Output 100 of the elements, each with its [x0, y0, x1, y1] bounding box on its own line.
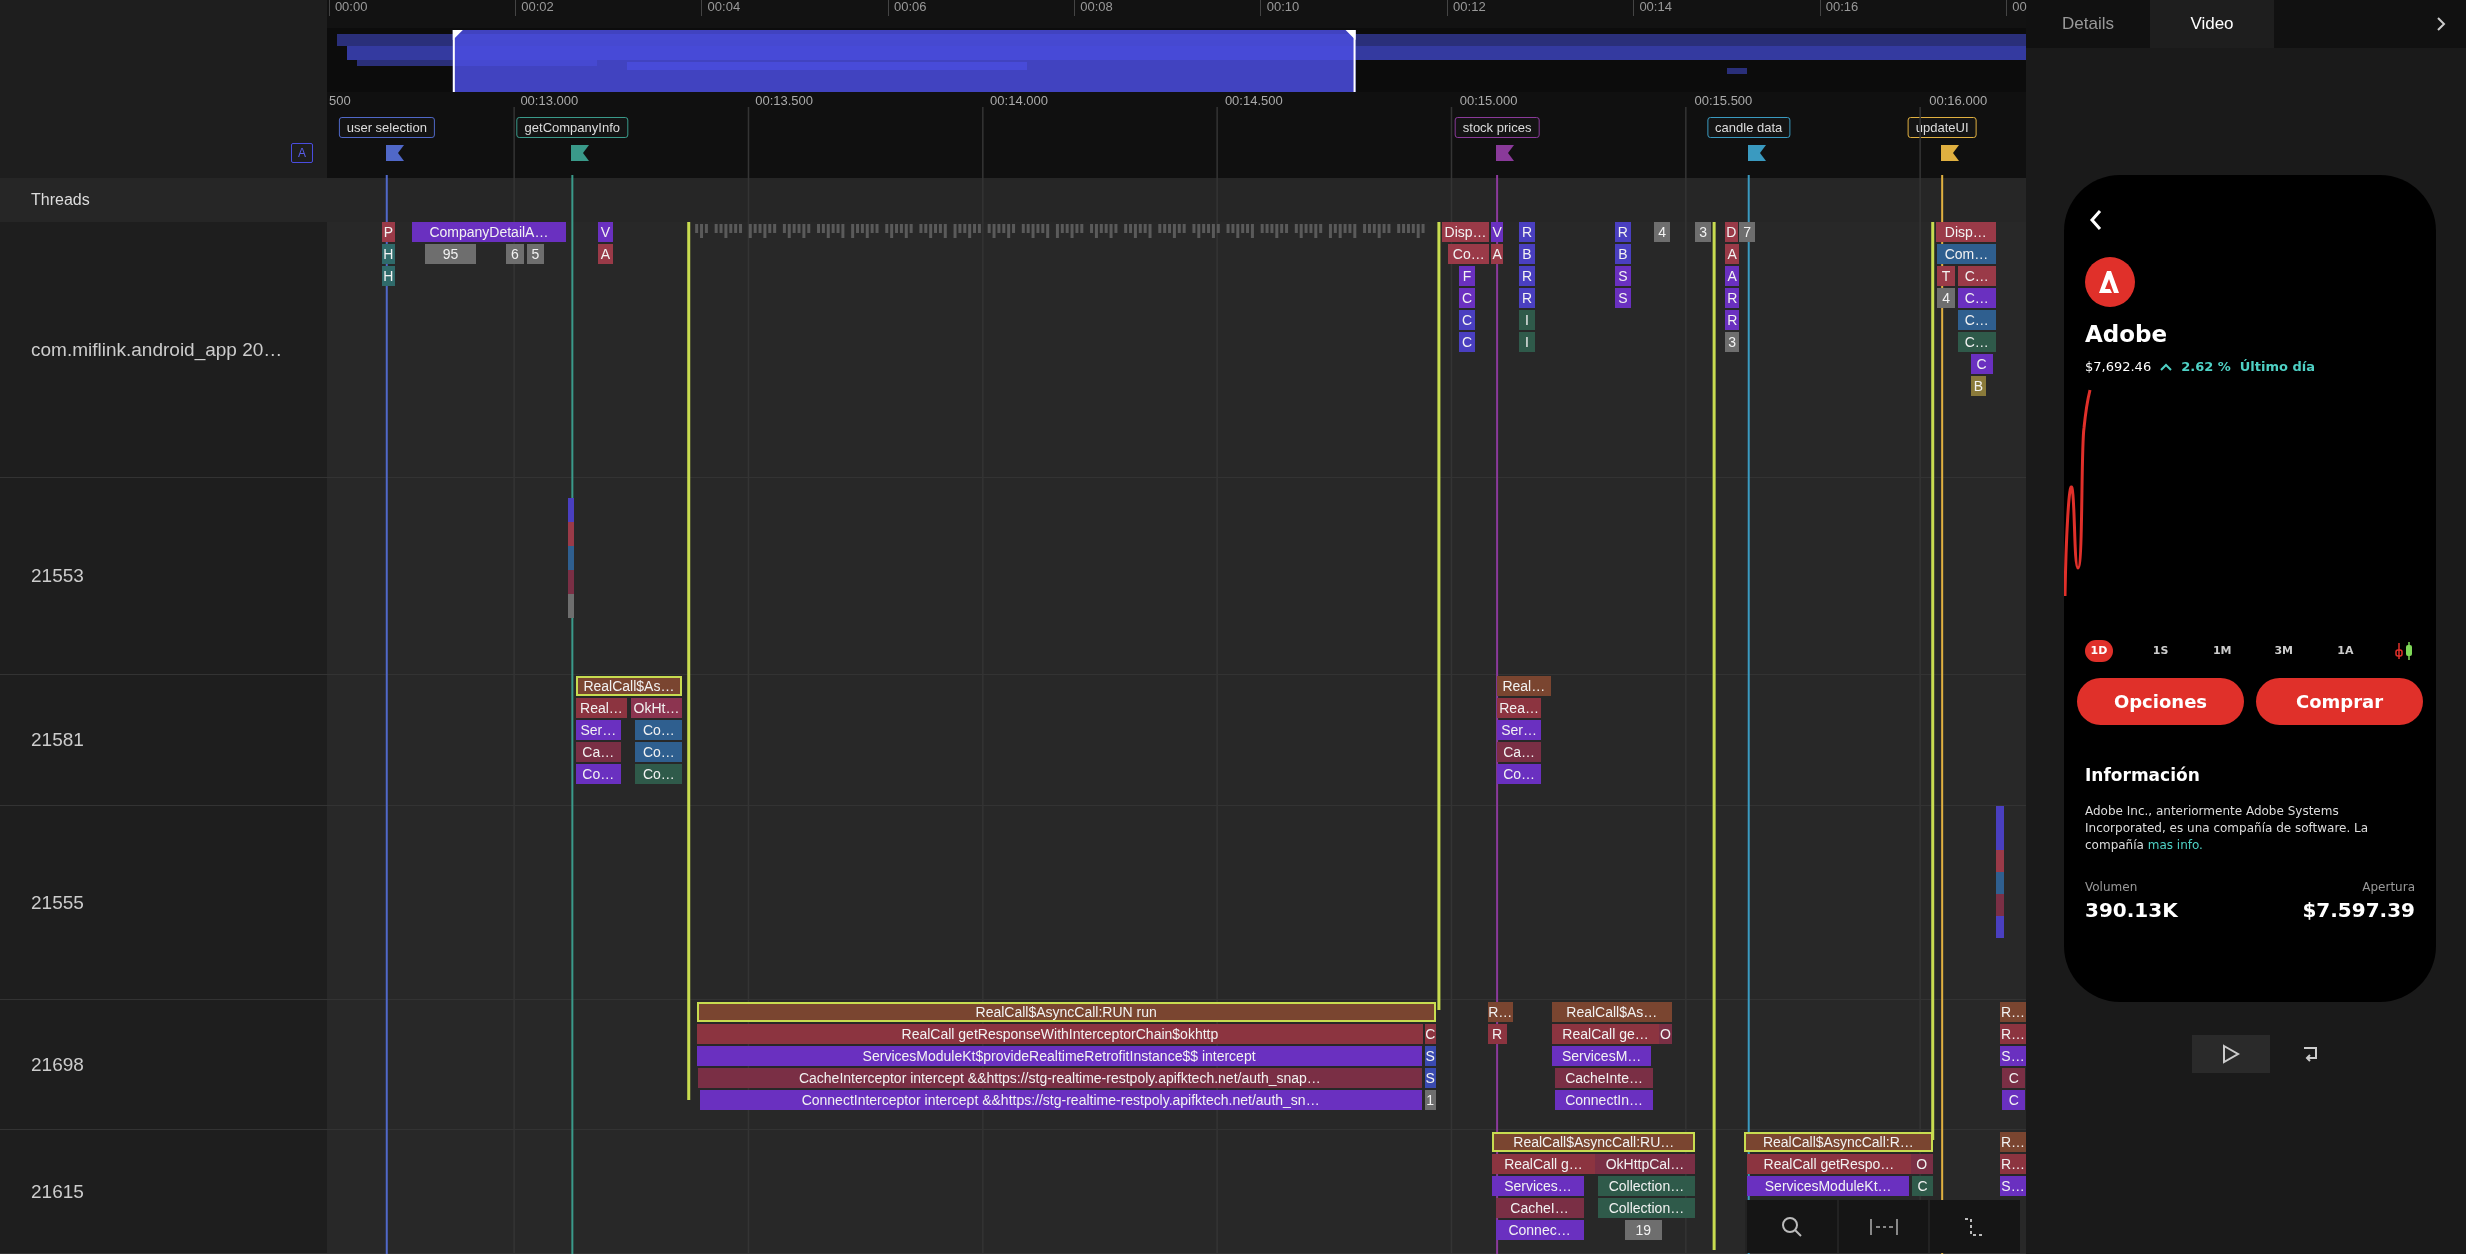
trace-slice[interactable]: H	[382, 266, 395, 286]
trace-slice[interactable]: 1	[1424, 1090, 1436, 1110]
thread-label[interactable]: 21698	[31, 1053, 84, 1076]
trace-slice[interactable]: Ser…	[1497, 720, 1542, 740]
trace-slice[interactable]: Co…	[1448, 244, 1490, 264]
trace-slice[interactable]: Disp…	[1935, 222, 1996, 242]
trace-slice[interactable]: ServicesModuleKt$provideRealtimeRetrofitInstance$$ intercept	[696, 1046, 1422, 1066]
trace-slice[interactable]: S…	[2000, 1046, 2026, 1066]
trace-slice[interactable]: C…	[1957, 288, 1996, 308]
trace-slice[interactable]: RealCall getRespo…	[1747, 1154, 1911, 1174]
action-button[interactable]: Opciones	[2077, 678, 2244, 725]
trace-slice[interactable]: RealCall getResponseWithInterceptorChain$okhttp	[696, 1024, 1424, 1044]
trace-slice[interactable]: 4	[1937, 288, 1955, 308]
period-tab[interactable]: 1M	[2208, 640, 2237, 662]
thread-label[interactable]: 21615	[31, 1180, 84, 1203]
marker-label[interactable]: updateUI	[1907, 117, 1977, 138]
trace-slice[interactable]: Real…	[1497, 676, 1551, 696]
trace-slice[interactable]: D	[1725, 222, 1738, 242]
trace-slice[interactable]: R	[1725, 310, 1740, 330]
trace-slice[interactable]: R…	[2000, 1154, 2026, 1174]
trace-slice[interactable]: V	[597, 222, 614, 242]
trace-slice[interactable]: CacheInte…	[1555, 1068, 1653, 1088]
play-button[interactable]	[2192, 1035, 2270, 1073]
trace-slice[interactable]: 95	[424, 244, 477, 264]
trace-slice[interactable]: Ca…	[575, 742, 622, 762]
trace-slice[interactable]: R…	[2000, 1002, 2026, 1022]
trace-slice[interactable]: C	[2001, 1068, 2026, 1088]
period-tab[interactable]: 1A	[2331, 640, 2360, 662]
trace-slice[interactable]: C	[1459, 310, 1475, 330]
trace-slice[interactable]: A	[1725, 244, 1740, 264]
trace-slice[interactable]: Ser…	[575, 720, 622, 740]
trace-slice[interactable]: 6	[506, 244, 524, 264]
trace-slice[interactable]: A	[1490, 244, 1504, 264]
trace-slice[interactable]: Services…	[1492, 1176, 1584, 1196]
trace-slice[interactable]: R	[1725, 288, 1740, 308]
trace-slice[interactable]: P	[382, 222, 395, 242]
trace-slice[interactable]: Com…	[1937, 244, 1996, 264]
trace-slice[interactable]: C	[1459, 332, 1475, 352]
trace-slice[interactable]: F	[1459, 266, 1475, 286]
period-tab[interactable]: 1S	[2146, 640, 2175, 662]
chevron-right-icon[interactable]	[2436, 16, 2446, 32]
trace-slice[interactable]: Disp…	[1442, 222, 1490, 242]
candlestick-icon[interactable]	[2392, 641, 2415, 661]
trace-slice[interactable]: RealCall g…	[1492, 1154, 1595, 1174]
trace-slice[interactable]: 3	[1695, 222, 1711, 242]
trace-slice[interactable]: ServicesM…	[1552, 1046, 1652, 1066]
trace-slice[interactable]: A	[597, 244, 614, 264]
trace-slice[interactable]: Connec…	[1495, 1220, 1584, 1240]
trace-slice[interactable]: Real…	[575, 698, 628, 718]
trace-slice[interactable]: Co…	[635, 720, 683, 740]
trace-slice[interactable]: Collection…	[1597, 1176, 1696, 1196]
back-chevron-icon[interactable]	[2089, 209, 2103, 231]
trace-slice[interactable]: RealCall$As…	[1552, 1002, 1672, 1022]
trace-slice[interactable]: 7	[1739, 222, 1755, 242]
trace-slice[interactable]: ConnectInterceptor intercept &&https://stg-realtime-restpoly.apifktech.net/auth_sn…	[699, 1090, 1422, 1110]
trace-slice[interactable]: R…	[1487, 1002, 1513, 1022]
thread-label[interactable]: 21555	[31, 891, 84, 914]
thread-label[interactable]: 21553	[31, 565, 84, 587]
trace-slice[interactable]: C…	[1957, 310, 1996, 330]
trace-slice[interactable]: OkHttpCal…	[1594, 1154, 1696, 1174]
trace-slice[interactable]: Co…	[635, 764, 683, 784]
trace-slice[interactable]: I	[1519, 332, 1535, 352]
trace-slice[interactable]: H	[382, 244, 395, 264]
trace-slice[interactable]: 4	[1654, 222, 1671, 242]
trace-slice[interactable]: RealCall$AsyncCall:R…	[1744, 1132, 1933, 1152]
period-tab[interactable]: 3M	[2269, 640, 2298, 662]
trace-slice[interactable]: Rea…	[1497, 698, 1542, 718]
trace-slice[interactable]: C	[1912, 1176, 1933, 1196]
trace-slice[interactable]: O	[1910, 1154, 1933, 1174]
trace-slice[interactable]: 19	[1624, 1220, 1663, 1240]
trace-slice[interactable]: Co…	[1497, 764, 1542, 784]
trace-slice[interactable]: O	[1659, 1024, 1672, 1044]
trace-slice[interactable]: C	[1459, 288, 1475, 308]
trace-slice[interactable]: 3	[1725, 332, 1740, 352]
marker-label[interactable]: stock prices	[1454, 117, 1540, 138]
trace-slice[interactable]: C…	[1957, 266, 1996, 286]
panel-tab[interactable]: Video	[2150, 0, 2274, 48]
trace-slice[interactable]: C	[1424, 1024, 1436, 1044]
marker-label[interactable]: getCompanyInfo	[516, 117, 628, 138]
trace-slice[interactable]: R	[1615, 222, 1631, 242]
trace-slice[interactable]: C	[1970, 354, 1993, 374]
trace-slice[interactable]: RealCall$As…	[575, 676, 683, 696]
trace-slice[interactable]: Co…	[575, 764, 622, 784]
trace-slice[interactable]: T	[1937, 266, 1955, 286]
trace-slice[interactable]: S	[1615, 266, 1631, 286]
trace-slice[interactable]: S	[1424, 1068, 1436, 1088]
trace-slice[interactable]: R	[1519, 266, 1535, 286]
trace-slice[interactable]: RealCall ge…	[1552, 1024, 1659, 1044]
trace-slice[interactable]: B	[1519, 244, 1535, 264]
marker-label[interactable]: candle data	[1707, 117, 1791, 138]
trace-slice[interactable]: A	[1725, 266, 1740, 286]
trace-slice[interactable]: I	[1519, 310, 1535, 330]
trace-slice[interactable]: C	[2001, 1090, 2026, 1110]
trace-slice[interactable]: S	[1424, 1046, 1436, 1066]
trace-slice[interactable]: RealCall$AsyncCall:RU…	[1492, 1132, 1696, 1152]
trace-slice[interactable]: R	[1487, 1024, 1507, 1044]
trace-slice[interactable]: Collection…	[1597, 1198, 1696, 1218]
trace-slice[interactable]: CacheInterceptor intercept &&https://stg-realtime-restpoly.apifktech.net/auth_snap…	[698, 1068, 1422, 1088]
trace-slice[interactable]: 5	[526, 244, 544, 264]
trace-slice[interactable]: R	[1519, 288, 1535, 308]
